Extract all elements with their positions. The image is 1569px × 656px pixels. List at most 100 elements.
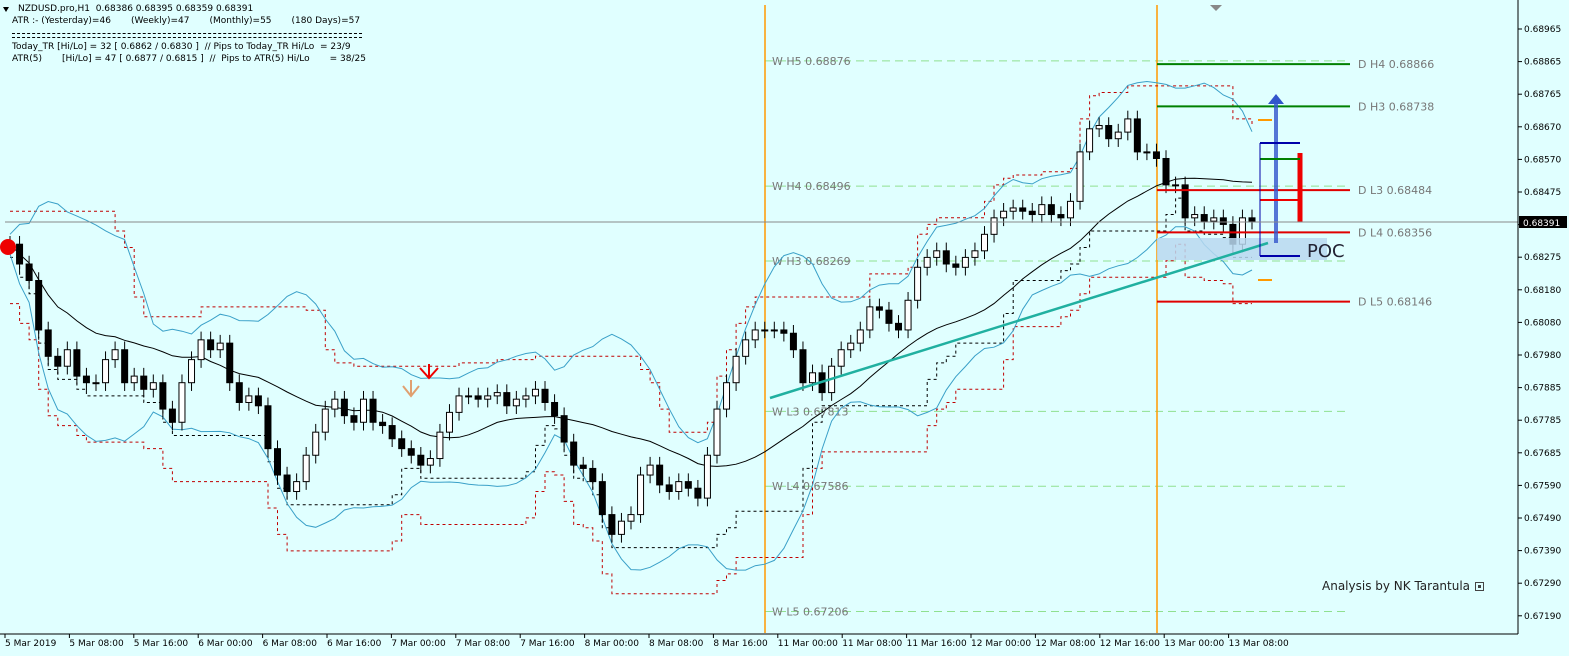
candle-body bbox=[589, 467, 597, 483]
candle-body bbox=[961, 256, 969, 268]
chart-window[interactable]: W H5 0.68876 W H4 0.68496 W H3 0.68269 W L3… bbox=[0, 0, 1569, 656]
candle-body bbox=[54, 355, 62, 367]
daily-pivot-label: D H3 0.68738 bbox=[1358, 100, 1434, 113]
candle-body bbox=[646, 464, 654, 476]
candle-body bbox=[207, 339, 215, 351]
candle-body bbox=[799, 349, 807, 384]
credit-label: Analysis by NK Tarantula bbox=[1322, 579, 1471, 593]
candle-body bbox=[293, 481, 301, 493]
chart-menu-icon[interactable] bbox=[3, 7, 9, 12]
candle-body bbox=[1066, 200, 1074, 219]
candle-body bbox=[942, 250, 950, 265]
candle-body bbox=[350, 415, 358, 423]
candle-body bbox=[1114, 131, 1122, 140]
alert-marker-icon bbox=[0, 239, 16, 255]
price-tick-label: 0.67785 bbox=[1524, 416, 1561, 426]
time-tick-label: 6 Mar 00:00 bbox=[198, 639, 253, 649]
weekly-pivot-label: W L5 0.67206 bbox=[772, 606, 848, 619]
time-tick-label: 13 Mar 08:00 bbox=[1229, 639, 1289, 649]
time-tick-label: 5 Mar 08:00 bbox=[69, 639, 124, 649]
candle-body bbox=[809, 372, 817, 384]
time-tick-label: 12 Mar 08:00 bbox=[1035, 639, 1095, 649]
candle-body bbox=[1133, 118, 1141, 153]
candle-body bbox=[407, 448, 415, 456]
candle-body bbox=[837, 349, 845, 367]
today-tr-info: Today_TR [Hi/Lo] = 32 [ 0.6862 / 0.6830 … bbox=[12, 42, 351, 52]
time-tick-label: 12 Mar 16:00 bbox=[1100, 639, 1160, 649]
candle-body bbox=[493, 392, 501, 397]
candle-body bbox=[780, 329, 788, 334]
candle-body bbox=[188, 359, 196, 384]
candle-body bbox=[216, 342, 224, 351]
candle-body bbox=[226, 342, 234, 384]
candle-body bbox=[551, 401, 559, 417]
price-tick-label: 0.68670 bbox=[1524, 123, 1561, 133]
candle-body bbox=[73, 349, 81, 377]
atr-summary: ATR :- (Yesterday)=46 (Weekly)=47 (Month… bbox=[12, 16, 361, 26]
price-tick-label: 0.67390 bbox=[1524, 547, 1561, 557]
candle-body bbox=[149, 382, 157, 390]
candle-body bbox=[484, 395, 492, 400]
candle-body bbox=[235, 382, 243, 403]
candle-body bbox=[522, 395, 530, 400]
candle-body bbox=[617, 520, 625, 535]
candle-body bbox=[665, 484, 673, 493]
candle-body bbox=[1000, 210, 1008, 219]
candle-body bbox=[541, 388, 549, 403]
candle-body bbox=[866, 306, 874, 331]
candle-body bbox=[111, 349, 119, 361]
candle-body bbox=[82, 375, 90, 384]
candle-body bbox=[1200, 214, 1208, 222]
candle-body bbox=[159, 382, 167, 410]
weekly-pivot-label: W H4 0.68496 bbox=[772, 180, 851, 193]
candle-body bbox=[283, 474, 291, 493]
candle-body bbox=[140, 375, 148, 390]
price-tick-label: 0.68765 bbox=[1524, 90, 1561, 100]
price-tick-label: 0.68570 bbox=[1524, 155, 1561, 165]
time-tick-label: 11 Mar 16:00 bbox=[907, 639, 967, 649]
price-tick-label: 0.67590 bbox=[1524, 481, 1561, 491]
time-tick-label: 8 Mar 16:00 bbox=[713, 639, 768, 649]
candle-body bbox=[627, 514, 635, 522]
credit-text: Analysis by NK Tarantula bbox=[1322, 579, 1485, 593]
price-tick-label: 0.67980 bbox=[1524, 351, 1561, 361]
candle-body bbox=[388, 425, 396, 440]
candle-body bbox=[885, 309, 893, 324]
candle-body bbox=[1219, 217, 1227, 225]
price-tick-label: 0.67290 bbox=[1524, 579, 1561, 589]
candle-body bbox=[92, 382, 100, 385]
candle-body bbox=[1095, 125, 1103, 130]
time-tick-label: 5 Mar 16:00 bbox=[134, 639, 189, 649]
candle-body bbox=[1009, 207, 1017, 212]
time-tick-label: 5 Mar 2019 bbox=[5, 639, 57, 649]
candle-body bbox=[474, 395, 482, 400]
candle-body bbox=[379, 421, 387, 427]
credit-box-icon bbox=[1475, 582, 1485, 591]
candle-body bbox=[331, 398, 339, 410]
candle-body bbox=[63, 349, 71, 367]
candle-body bbox=[990, 217, 998, 235]
candle-body bbox=[1162, 157, 1170, 186]
candle-body bbox=[35, 279, 43, 331]
candle-body bbox=[770, 329, 778, 332]
candle-body bbox=[895, 322, 903, 331]
candle-body bbox=[1152, 151, 1160, 159]
price-tick-label: 0.67885 bbox=[1524, 384, 1561, 394]
candle-body bbox=[1038, 204, 1046, 216]
candle-body bbox=[16, 243, 24, 265]
candle-body bbox=[274, 448, 282, 476]
candle-body bbox=[847, 342, 855, 351]
separator-line bbox=[12, 33, 362, 34]
price-chart[interactable]: W H5 0.68876 W H4 0.68496 W H3 0.68269 W L3… bbox=[0, 0, 1569, 656]
poc-label: POC bbox=[1307, 241, 1345, 262]
candle-body bbox=[130, 375, 138, 384]
candle-body bbox=[264, 405, 272, 450]
price-tick-label: 0.68080 bbox=[1524, 318, 1561, 328]
candle-body bbox=[923, 256, 931, 268]
candle-body bbox=[971, 250, 979, 258]
candle-body bbox=[178, 382, 186, 423]
time-tick-label: 7 Mar 08:00 bbox=[456, 639, 511, 649]
candle-body bbox=[168, 408, 176, 423]
weekly-pivot-label: W H5 0.68876 bbox=[772, 55, 851, 68]
candle-body bbox=[570, 441, 578, 466]
